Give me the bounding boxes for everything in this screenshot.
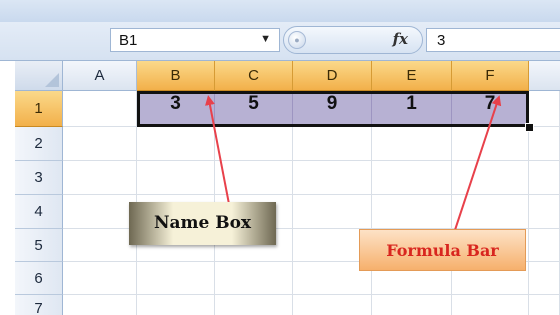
grid-cell[interactable] (63, 195, 137, 229)
row-header-2[interactable]: 2 (15, 127, 63, 161)
formula-controls: ● fx (283, 26, 423, 54)
name-box-callout: Name Box (129, 202, 276, 245)
grid-cell[interactable] (63, 91, 137, 127)
row-header-1[interactable]: 1 (15, 91, 63, 127)
column-header-b[interactable]: B (137, 61, 215, 91)
grid-cell[interactable] (63, 229, 137, 262)
row-header-3[interactable]: 3 (15, 161, 63, 195)
grid-cell[interactable] (372, 127, 452, 161)
grid-cell[interactable] (529, 195, 560, 229)
column-header-a[interactable]: A (63, 61, 137, 91)
chevron-down-icon[interactable]: ▼ (260, 33, 271, 45)
row-header-4[interactable]: 4 (15, 195, 63, 229)
name-box[interactable]: B1 ▼ (110, 28, 280, 52)
grid-cell[interactable] (529, 229, 560, 262)
grid-cell[interactable] (215, 161, 293, 195)
grid-cell[interactable] (63, 161, 137, 195)
excel-screenshot: B1 ▼ ● fx 3 A B C D E F 1 2 3 4 5 6 7 3 … (0, 0, 560, 315)
grid-cell[interactable] (215, 262, 293, 295)
expand-dot-icon[interactable]: ● (288, 31, 306, 49)
worksheet-grid: A B C D E F 1 2 3 4 5 6 7 3 5 9 1 7 (0, 61, 560, 315)
grid-cell[interactable] (529, 161, 560, 195)
column-header-e[interactable]: E (372, 61, 452, 91)
select-all-button[interactable] (15, 61, 63, 91)
insert-function-button[interactable]: fx (393, 30, 408, 48)
grid-cell[interactable] (293, 195, 372, 229)
grid-cell[interactable] (529, 127, 560, 161)
row-header-5[interactable]: 5 (15, 229, 63, 262)
grid-cell[interactable] (529, 262, 560, 295)
row-header-7[interactable]: 7 (15, 295, 63, 315)
formula-bar-row: B1 ▼ ● fx 3 (0, 22, 560, 61)
grid-cell[interactable] (452, 127, 529, 161)
grid-cell[interactable] (137, 127, 215, 161)
formula-bar-value: 3 (437, 32, 446, 49)
grid-cell[interactable] (372, 195, 452, 229)
select-all-triangle-icon (45, 73, 59, 87)
grid-cell[interactable] (452, 295, 529, 315)
name-box-value: B1 (119, 32, 138, 49)
column-header-f[interactable]: F (452, 61, 529, 91)
formula-bar-callout: Formula Bar (359, 229, 526, 271)
grid-cell[interactable] (63, 262, 137, 295)
column-header-g[interactable] (529, 61, 560, 91)
grid-cell[interactable] (137, 262, 215, 295)
grid-cell[interactable] (63, 127, 137, 161)
grid-cell[interactable] (293, 161, 372, 195)
row-header-6[interactable]: 6 (15, 262, 63, 295)
grid-cell[interactable] (63, 295, 137, 315)
grid-cell[interactable] (529, 91, 560, 127)
grid-cell[interactable] (137, 161, 215, 195)
column-header-d[interactable]: D (293, 61, 372, 91)
grid-cell[interactable] (372, 161, 452, 195)
grid-cell[interactable] (452, 195, 529, 229)
grid-cell[interactable] (215, 295, 293, 315)
fill-handle[interactable] (525, 123, 534, 132)
formula-bar-input[interactable]: 3 (426, 28, 560, 52)
grid-cell[interactable] (372, 295, 452, 315)
grid-cell[interactable] (293, 295, 372, 315)
grid-cell[interactable] (452, 161, 529, 195)
grid-cell[interactable] (137, 295, 215, 315)
grid-cell[interactable] (293, 127, 372, 161)
grid-cell[interactable] (529, 295, 560, 315)
ribbon-edge (0, 0, 560, 23)
column-header-c[interactable]: C (215, 61, 293, 91)
grid-cell[interactable] (215, 127, 293, 161)
selection-border (137, 91, 529, 127)
